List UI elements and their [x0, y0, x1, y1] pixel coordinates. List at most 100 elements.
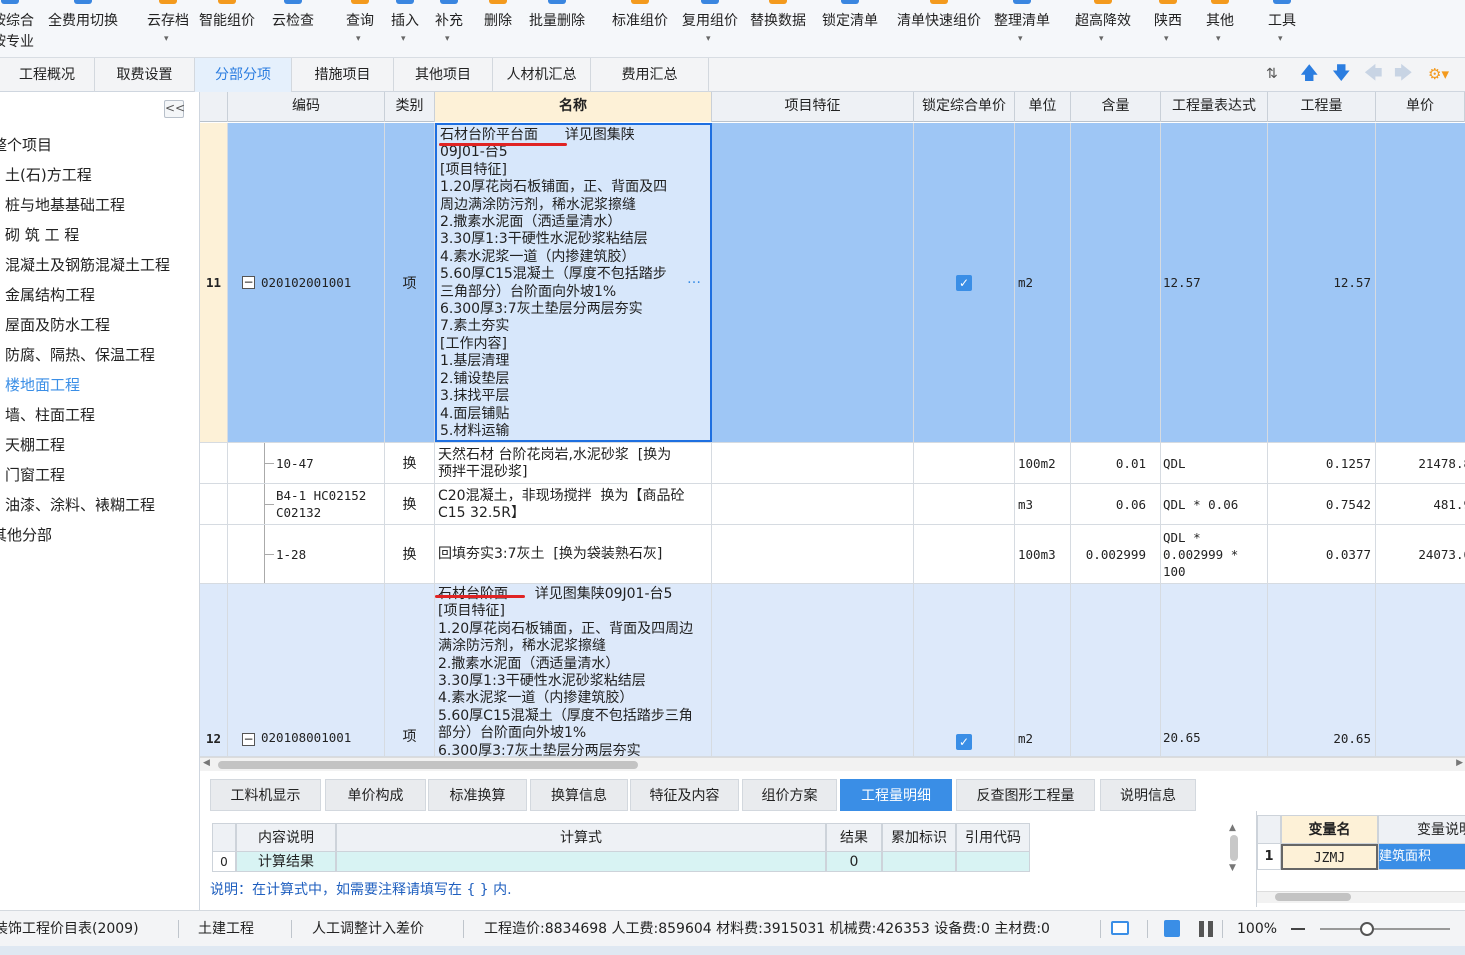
toolbar-button-3[interactable]: 智能组价	[196, 0, 258, 56]
tree-item-12[interactable]: 油漆、涂料、裱糊工程	[5, 493, 155, 517]
toolbar-button-7[interactable]: 补充 ▾	[432, 0, 466, 56]
feature-cell[interactable]	[712, 443, 914, 483]
tree-item-1[interactable]: 土(石)方工程	[5, 163, 92, 187]
name-cell[interactable]: 石材台阶平台面 详见图集陕 09J01-台5 [项目特征] 1.20厚花岗石板铺…	[435, 123, 712, 442]
toolbar-button-9[interactable]: 批量删除	[524, 0, 590, 56]
tree-item-10[interactable]: 天棚工程	[5, 433, 65, 457]
tree-item-11[interactable]: 门窗工程	[5, 463, 65, 487]
calc-cell-3[interactable]: 0	[826, 852, 882, 872]
move-left-icon[interactable]: 🡄	[1364, 64, 1383, 84]
expression-cell[interactable]: QDL	[1161, 443, 1268, 483]
move-up-icon[interactable]: 🡅	[1300, 64, 1319, 84]
name-cell[interactable]: 天然石材 台阶花岗岩,水泥砂浆 [换为 预拌干混砂浆]	[435, 443, 712, 483]
tree-item-6[interactable]: 屋面及防水工程	[5, 313, 110, 337]
calc-cell-1[interactable]: 计算结果	[236, 852, 336, 872]
tab-4[interactable]: 其他项目	[394, 58, 493, 92]
name-cell[interactable]: 石材台阶面 详见图集陕09J01-台5 [项目特征] 1.20厚花岗石板铺面，正…	[435, 584, 712, 756]
settings-icon[interactable]: ⚙▾	[1428, 64, 1449, 84]
quantity-cell[interactable]: 12.57	[1268, 123, 1376, 442]
more-icon[interactable]: …	[687, 271, 701, 288]
grid-header-9[interactable]: 单价	[1376, 92, 1465, 122]
unit-price-cell[interactable]	[1376, 584, 1465, 756]
unit-price-cell[interactable]: 24073.6	[1376, 525, 1465, 583]
calc-cell-2[interactable]	[336, 852, 826, 872]
collapse-row-icon[interactable]: −	[242, 276, 255, 289]
calc-cell-5[interactable]	[956, 852, 1030, 872]
detail-tab-2[interactable]: 标准换算	[428, 779, 527, 811]
tree-item-3[interactable]: 砌 筑 工 程	[5, 223, 79, 247]
lock-price-checkbox[interactable]: ✓	[956, 734, 972, 750]
expand-collapse-icon[interactable]: ⇅	[1266, 64, 1278, 84]
tab-0[interactable]: 工程概况	[0, 58, 95, 92]
variable-cell-0[interactable]: 1	[1257, 844, 1281, 870]
lock-price-cell[interactable]	[914, 484, 1015, 524]
code-cell[interactable]: B4-1 HC02152 C02132	[228, 484, 385, 524]
toolbar-button-14[interactable]: 清单快速组价	[891, 0, 987, 56]
layout-split-icon[interactable]	[1199, 921, 1213, 937]
tree-item-7[interactable]: 防腐、隔热、保温工程	[5, 343, 155, 367]
toolbar-button-10[interactable]: 标准组价	[608, 0, 672, 56]
detail-tab-0[interactable]: 工料机显示	[210, 779, 321, 811]
status-item-0[interactable]: 装饰工程价目表(2009)	[0, 911, 139, 947]
unit-cell[interactable]: m3	[1015, 484, 1071, 524]
tree-item-4[interactable]: 混凝土及钢筋混凝土工程	[5, 253, 170, 277]
name-cell[interactable]: 回填夯实3:7灰土 [换为袋装熟石灰]	[435, 525, 712, 583]
code-cell[interactable]: −020108001001	[228, 584, 385, 756]
unit-price-cell[interactable]: 481.9	[1376, 484, 1465, 524]
expression-cell[interactable]: 12.57	[1161, 123, 1268, 442]
feature-cell[interactable]	[712, 525, 914, 583]
move-down-icon[interactable]: 🡇	[1332, 64, 1351, 84]
toolbar-button-12[interactable]: 替换数据	[746, 0, 810, 56]
grid-header-7[interactable]: 工程量表达式	[1161, 92, 1268, 122]
table-row[interactable]: 12−020108001001 项石材台阶面 详见图集陕09J01-台5 [项目特…	[200, 584, 1465, 757]
toolbar-button-17[interactable]: 陕西 ▾	[1151, 0, 1185, 56]
lock-price-cell[interactable]	[914, 443, 1015, 483]
tab-2[interactable]: 分部分项	[195, 58, 292, 92]
detail-tab-3[interactable]: 换算信息	[530, 779, 628, 811]
quantity-cell[interactable]: 0.0377	[1268, 525, 1376, 583]
tree-item-8[interactable]: 楼地面工程	[5, 373, 80, 397]
collapse-tree-button[interactable]: <<	[164, 100, 185, 118]
unit-price-cell[interactable]: 21478.8	[1376, 443, 1465, 483]
expression-cell[interactable]: QDL * 0.002999 * 100	[1161, 525, 1268, 583]
detail-tab-6[interactable]: 工程量明细	[840, 779, 952, 811]
unit-cell[interactable]: 100m2	[1015, 443, 1071, 483]
toolbar-button-11[interactable]: 复用组价 ▾	[678, 0, 742, 56]
grid-header-4[interactable]: 锁定综合单价	[914, 92, 1015, 122]
move-right-icon[interactable]: 🡆	[1394, 64, 1413, 84]
unit-cell[interactable]: m2	[1015, 584, 1071, 756]
status-item-2[interactable]: 人工调整计入差价	[312, 911, 424, 947]
collapse-row-icon[interactable]: −	[242, 733, 255, 746]
tree-item-0[interactable]: 整个项目	[0, 133, 52, 157]
expression-cell[interactable]: 20.65	[1161, 584, 1268, 756]
scroll-left-icon[interactable]: ◀	[203, 758, 210, 768]
feature-cell[interactable]	[712, 123, 914, 442]
detail-tab-5[interactable]: 组价方案	[742, 779, 837, 811]
toolbar-button-19[interactable]: 工具 ▾	[1264, 0, 1300, 56]
toolbar-button-8[interactable]: 删除	[481, 0, 515, 56]
detail-tab-4[interactable]: 特征及内容	[630, 779, 739, 811]
quantity-cell[interactable]: 0.1257	[1268, 443, 1376, 483]
zoom-slider-handle[interactable]	[1360, 922, 1374, 936]
tree-item-5[interactable]: 金属结构工程	[5, 283, 95, 307]
zoom-out-icon[interactable]	[1291, 928, 1305, 930]
toolbar-button-4[interactable]: 云检查	[268, 0, 318, 56]
code-cell[interactable]: 1-28	[228, 525, 385, 583]
code-cell[interactable]: −020102001001	[228, 123, 385, 442]
calc-cell-0[interactable]: 0	[212, 852, 236, 872]
grid-header-5[interactable]: 单位	[1015, 92, 1071, 122]
lock-price-checkbox[interactable]: ✓	[956, 274, 972, 291]
unit-cell[interactable]: m2	[1015, 123, 1071, 442]
scroll-thumb[interactable]	[218, 761, 638, 769]
tab-1[interactable]: 取费设置	[95, 58, 195, 92]
lock-price-cell[interactable]: ✓	[914, 123, 1015, 442]
content-cell[interactable]	[1071, 584, 1161, 756]
code-cell[interactable]: 10-47	[228, 443, 385, 483]
feature-cell[interactable]	[712, 484, 914, 524]
toolbar-button-16[interactable]: 超高降效 ▾	[1070, 0, 1136, 56]
toolbar-button-5[interactable]: 查询 ▾	[344, 0, 376, 56]
status-item-1[interactable]: 土建工程	[198, 911, 254, 947]
zoom-slider-track[interactable]	[1320, 928, 1450, 930]
table-row[interactable]: 10-47 换天然石材 台阶花岗岩,水泥砂浆 [换为 预拌干混砂浆] 100m2 0.…	[200, 443, 1465, 484]
content-cell[interactable]: 0.06	[1071, 484, 1161, 524]
